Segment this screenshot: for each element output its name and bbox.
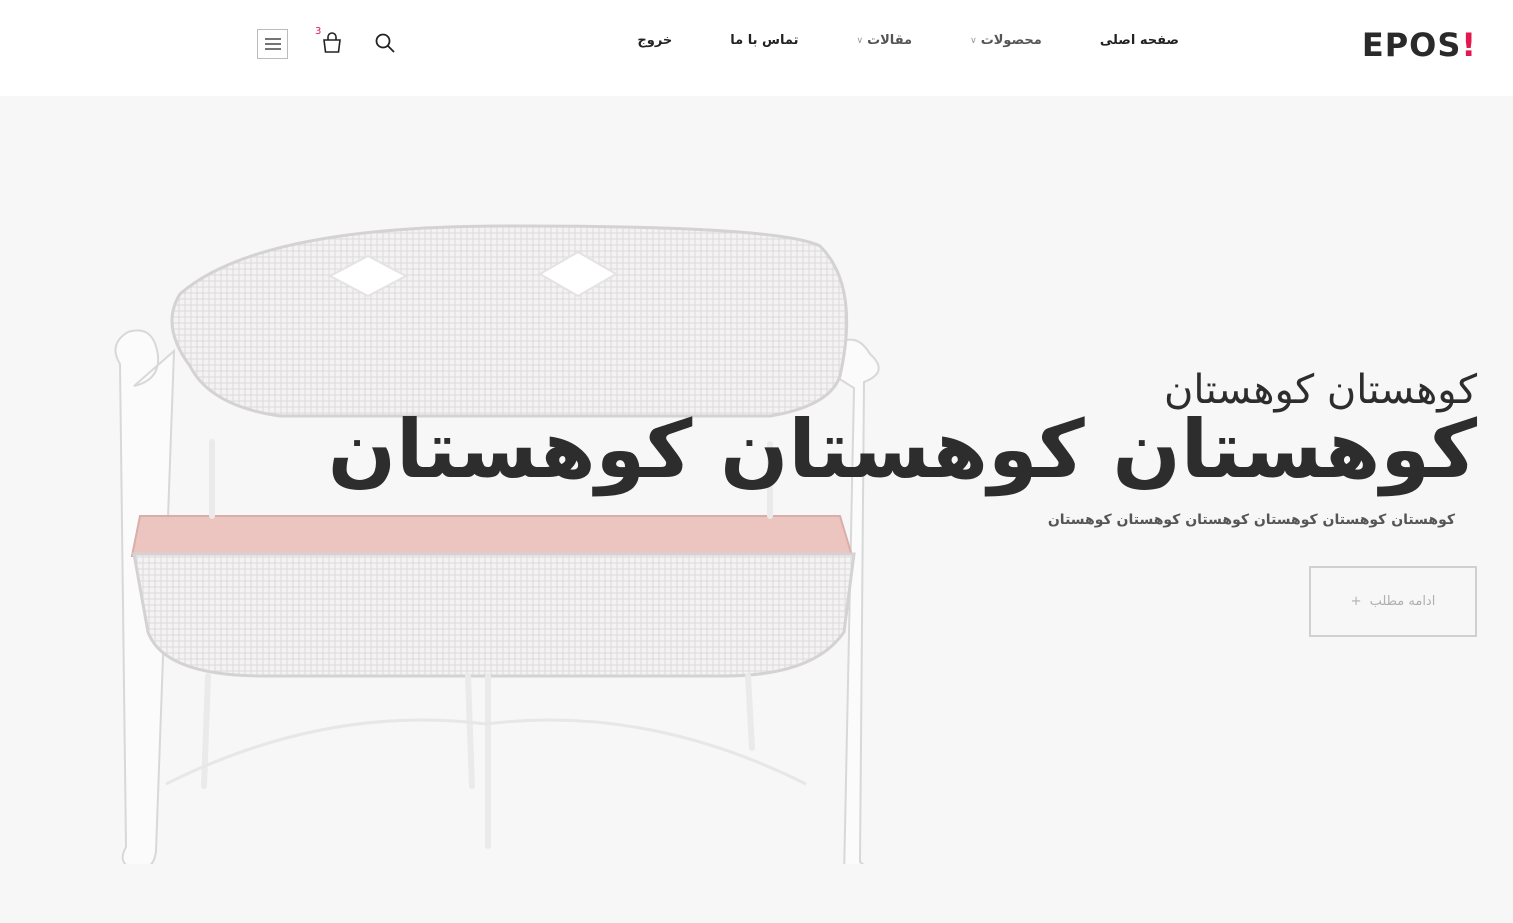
logo-text: EPOS	[1361, 26, 1462, 64]
chevron-down-icon: ∨	[856, 35, 864, 46]
site-logo[interactable]: EPOS!	[1362, 26, 1477, 64]
chevron-down-icon: ∨	[970, 35, 977, 46]
nav-item-label: تماس با ما	[730, 33, 799, 48]
header-tools: 3	[256, 26, 406, 62]
nav-item-label: صفحه اصلی	[1099, 33, 1179, 48]
logo-accent-dot: !	[1461, 26, 1477, 64]
nav-item-home[interactable]: صفحه اصلی	[1100, 33, 1179, 48]
hero-text: کوهستان کوهستان کوهستان کوهستان کوهستان …	[317, 366, 1477, 637]
wicker-bench-image	[114, 224, 880, 864]
read-more-button[interactable]: ادامه مطلب +	[1309, 566, 1477, 637]
nav-item-label: محصولات	[980, 33, 1042, 48]
hero-description: کوهستان کوهستان کوهستان کوهستان کوهستان …	[1047, 512, 1455, 528]
main-navigation: صفحه اصلی محصولات ∨ مقالات ∨ تماس با ما خر…	[637, 33, 1179, 48]
cart-count-badge: 3	[315, 26, 322, 37]
nav-item-articles[interactable]: مقالات ∨	[856, 33, 912, 48]
plus-icon: +	[1350, 594, 1362, 609]
nav-item-contact[interactable]: تماس با ما	[730, 33, 798, 48]
nav-item-label: مقالات	[867, 33, 913, 48]
hamburger-menu-icon	[264, 38, 281, 50]
nav-item-label: خروج	[637, 33, 673, 48]
search-icon[interactable]	[374, 32, 396, 54]
read-more-label: ادامه مطلب	[1369, 594, 1436, 609]
site-header: EPOS! صفحه اصلی محصولات ∨ مقالات ∨ تماس با…	[0, 0, 1513, 96]
shopping-bag-icon[interactable]	[320, 31, 344, 55]
nav-item-logout[interactable]: خروج	[637, 33, 672, 48]
hero-section: کوهستان کوهستان کوهستان کوهستان کوهستان …	[0, 96, 1513, 923]
hero-title: کوهستان کوهستان کوهستان	[327, 403, 1477, 496]
nav-item-products[interactable]: محصولات ∨	[970, 33, 1042, 48]
menu-button[interactable]	[257, 29, 288, 59]
